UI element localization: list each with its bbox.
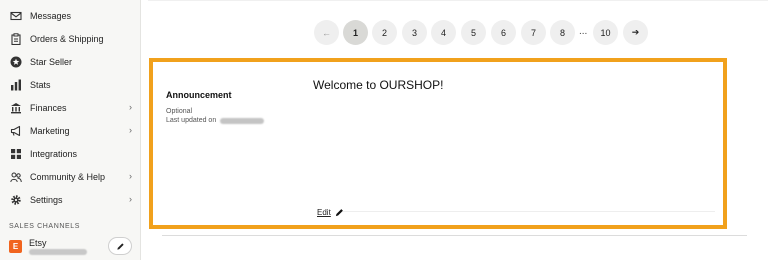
page-3-button[interactable]: 3 bbox=[402, 20, 427, 45]
edit-channel-button[interactable] bbox=[108, 237, 132, 255]
page-5-button[interactable]: 5 bbox=[461, 20, 486, 45]
page-1-button[interactable]: 1 bbox=[343, 20, 368, 45]
last-updated-label: Last updated on bbox=[166, 117, 217, 124]
page-6-button[interactable]: 6 bbox=[491, 20, 516, 45]
announcement-heading: Announcement bbox=[166, 90, 232, 100]
page-8-button[interactable]: 8 bbox=[550, 20, 575, 45]
etsy-logo-icon: E bbox=[9, 240, 22, 253]
chevron-right-icon: › bbox=[129, 102, 132, 112]
divider bbox=[148, 0, 768, 1]
sales-channel-etsy[interactable]: E Etsy bbox=[0, 234, 141, 260]
next-page-button[interactable]: ➔ bbox=[623, 20, 648, 45]
star-badge-icon bbox=[10, 56, 22, 68]
grid-icon bbox=[10, 148, 22, 160]
sidebar: Messages Orders & Shipping Star Seller S… bbox=[0, 0, 141, 260]
sidebar-item-label: Marketing bbox=[30, 126, 70, 136]
redacted-date bbox=[220, 118, 264, 124]
pagination-ellipsis: ... bbox=[579, 26, 588, 37]
gear-icon bbox=[10, 194, 22, 206]
main-content: ← 1 2 3 4 5 6 7 8 ... 10 ➔ Announcement … bbox=[142, 0, 768, 260]
chevron-right-icon: › bbox=[129, 171, 132, 181]
sidebar-item-label: Community & Help bbox=[30, 172, 106, 182]
sidebar-item-marketing[interactable]: Marketing › bbox=[0, 120, 141, 142]
sidebar-item-label: Finances bbox=[30, 103, 67, 113]
announcement-section: Announcement Optional Last updated on We… bbox=[149, 58, 727, 229]
redacted-shop-name bbox=[29, 249, 87, 255]
sidebar-item-label: Messages bbox=[30, 11, 72, 21]
people-icon bbox=[10, 171, 22, 183]
sidebar-item-orders-shipping[interactable]: Orders & Shipping bbox=[0, 28, 141, 50]
pagination: ← 1 2 3 4 5 6 7 8 ... 10 ➔ bbox=[142, 20, 768, 46]
sidebar-item-star-seller[interactable]: Star Seller bbox=[0, 51, 141, 73]
chevron-right-icon: › bbox=[129, 125, 132, 135]
divider bbox=[162, 235, 747, 236]
envelope-icon bbox=[10, 10, 22, 22]
sidebar-item-label: Integrations bbox=[30, 149, 78, 159]
bank-icon bbox=[10, 102, 22, 114]
edit-announcement-button[interactable]: Edit bbox=[317, 208, 344, 217]
sidebar-item-stats[interactable]: Stats bbox=[0, 74, 141, 96]
sidebar-item-finances[interactable]: Finances › bbox=[0, 97, 141, 119]
page-7-button[interactable]: 7 bbox=[521, 20, 546, 45]
channel-name: Etsy bbox=[29, 238, 47, 248]
sidebar-item-label: Orders & Shipping bbox=[30, 34, 104, 44]
sidebar-item-label: Settings bbox=[30, 195, 63, 205]
sales-channels-heading: SALES CHANNELS bbox=[9, 223, 81, 230]
sidebar-item-messages[interactable]: Messages bbox=[0, 5, 141, 27]
sidebar-item-label: Stats bbox=[30, 80, 51, 90]
clipboard-icon bbox=[10, 33, 22, 45]
bar-chart-icon bbox=[10, 79, 22, 91]
sidebar-item-label: Star Seller bbox=[30, 57, 73, 67]
megaphone-icon bbox=[10, 125, 22, 137]
announcement-text: Welcome to OURSHOP! bbox=[313, 78, 444, 92]
page-10-button[interactable]: 10 bbox=[593, 20, 618, 45]
pencil-icon bbox=[335, 209, 343, 217]
page-2-button[interactable]: 2 bbox=[372, 20, 397, 45]
sidebar-item-integrations[interactable]: Integrations bbox=[0, 143, 141, 165]
chevron-right-icon: › bbox=[129, 194, 132, 204]
sidebar-item-community-help[interactable]: Community & Help › bbox=[0, 166, 141, 188]
divider bbox=[343, 211, 715, 212]
page-4-button[interactable]: 4 bbox=[431, 20, 456, 45]
sidebar-item-settings[interactable]: Settings › bbox=[0, 189, 141, 211]
announcement-optional-label: Optional bbox=[166, 108, 193, 115]
pencil-icon bbox=[116, 242, 124, 250]
edit-label: Edit bbox=[317, 208, 331, 217]
previous-page-button[interactable]: ← bbox=[314, 20, 339, 45]
